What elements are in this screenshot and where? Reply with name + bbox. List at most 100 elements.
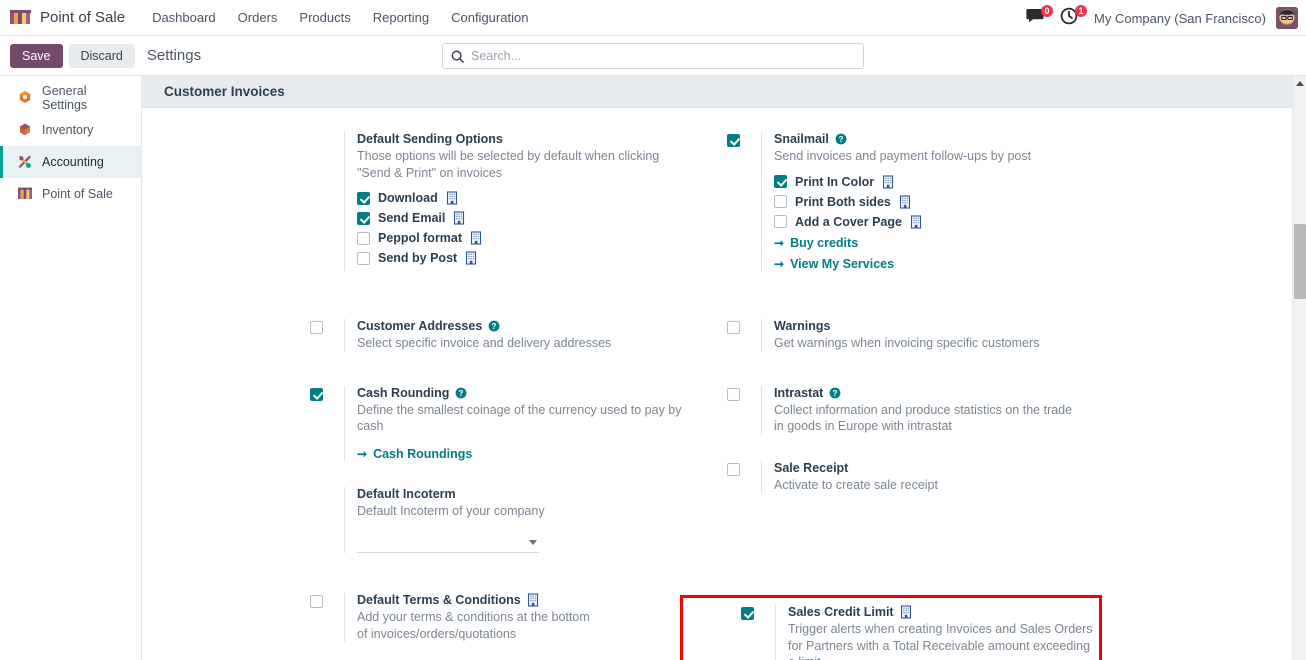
activities-button[interactable]: 1 (1060, 5, 1088, 29)
print-in-color-checkbox[interactable] (774, 175, 787, 188)
chevron-down-icon (529, 540, 537, 545)
scroll-up-arrow-icon (1295, 80, 1304, 86)
company-building-icon (910, 214, 922, 229)
setting-sale-receipt: Sale Receipt Activate to create sale rec… (727, 460, 1292, 493)
svg-text:?: ? (838, 135, 843, 144)
setting-description: Those options will be selected by defaul… (357, 149, 660, 180)
sending-options-list: Download Send Email Peppol format Send b… (357, 191, 717, 265)
arrow-right-icon: ➞ (774, 256, 785, 271)
intrastat-checkbox[interactable] (727, 387, 740, 401)
print-both-sides-checkbox[interactable] (774, 195, 787, 208)
help-circle-icon[interactable]: ? (455, 387, 467, 399)
messages-button[interactable]: 0 (1026, 5, 1054, 29)
discard-button[interactable]: Discard (68, 43, 135, 68)
settings-pane: Customer Invoices Default Sending Option… (142, 76, 1306, 660)
setting-description: Get warnings when invoicing specific cus… (774, 336, 1040, 350)
customer-addresses-checkbox[interactable] (310, 321, 323, 334)
svg-text:?: ? (492, 322, 497, 331)
sidebar-item-label: Inventory (42, 123, 94, 137)
setting-customer-addresses: Customer Addresses ? Select specific inv… (310, 319, 717, 352)
vertical-scrollbar[interactable] (1292, 76, 1306, 660)
setting-title: Sales Credit Limit (788, 605, 1292, 619)
buy-credits-link[interactable]: ➞ Buy credits (774, 236, 1292, 250)
pos-awning-icon (18, 187, 32, 199)
option-peppol-format[interactable]: Peppol format (357, 231, 717, 245)
default-incoterm-select[interactable] (357, 533, 539, 553)
option-download[interactable]: Download (357, 191, 717, 205)
sales-credit-limit-checkbox[interactable] (741, 607, 754, 620)
sidebar-item-general-settings[interactable]: General Settings (0, 82, 141, 114)
option-print-both-sides[interactable]: Print Both sides (774, 195, 1292, 209)
download-checkbox[interactable] (357, 191, 370, 205)
setting-default-terms-conditions: Default Terms & Conditions Add your term… (310, 593, 717, 642)
setting-default-incoterm: Default Incoterm Default Incoterm of you… (310, 486, 717, 553)
nav-item-configuration[interactable]: Configuration (440, 4, 539, 31)
search-placeholder: Search... (471, 49, 522, 63)
company-building-icon (446, 191, 457, 205)
company-building-icon (466, 251, 477, 265)
brand-name: Point of Sale (40, 9, 126, 26)
setting-description: Trigger alerts when creating Invoices an… (788, 622, 1093, 660)
setting-description: Add your terms & conditions at the botto… (357, 610, 590, 641)
option-send-by-post[interactable]: Send by Post (357, 251, 717, 265)
arrow-right-icon: ➞ (774, 235, 785, 250)
settings-content: Default Sending Options Those options wi… (142, 108, 1292, 660)
nav-item-orders[interactable]: Orders (227, 4, 289, 31)
sale-receipt-checkbox[interactable] (727, 462, 740, 476)
warnings-checkbox[interactable] (727, 321, 740, 334)
snailmail-checkbox[interactable] (727, 134, 740, 147)
setting-title: Warnings (774, 319, 831, 333)
section-header-customer-invoices: Customer Invoices (142, 76, 1292, 108)
send-email-checkbox[interactable] (357, 211, 370, 225)
option-send-email[interactable]: Send Email (357, 211, 717, 225)
view-my-services-link[interactable]: ➞ View My Services (774, 257, 1292, 271)
setting-title: Default Terms & Conditions (357, 593, 717, 607)
nav-item-dashboard[interactable]: Dashboard (141, 4, 227, 31)
nav-item-reporting[interactable]: Reporting (362, 4, 440, 31)
company-building-icon (883, 174, 894, 189)
settings-row-3: Default Terms & Conditions Add your term… (142, 593, 1292, 660)
search-input[interactable]: Search... (442, 43, 864, 69)
send-by-post-checkbox[interactable] (357, 251, 370, 265)
top-navbar: Point of Sale Dashboard Orders Products … (0, 0, 1306, 36)
box-icon (20, 123, 30, 136)
user-avatar[interactable] (1276, 7, 1298, 29)
gear-hex-icon (19, 91, 31, 103)
setting-description: Send invoices and payment follow-ups by … (774, 149, 1032, 163)
activities-badge: 1 (1075, 5, 1088, 17)
setting-default-sending-options: Default Sending Options Those options wi… (310, 132, 717, 271)
setting-snailmail: Snailmail ? Send invoices and payment fo… (727, 132, 1292, 271)
pos-awning-logo-icon (10, 9, 31, 24)
sidebar-item-inventory[interactable]: Inventory (0, 114, 141, 146)
scrollbar-thumb[interactable] (1294, 224, 1306, 299)
peppol-format-checkbox[interactable] (357, 231, 370, 245)
scroll-up-button[interactable] (1293, 76, 1306, 90)
save-button[interactable]: Save (10, 43, 63, 68)
cash-roundings-link[interactable]: ➞ Cash Roundings (357, 447, 717, 461)
company-switcher[interactable]: My Company (San Francisco) (1094, 11, 1266, 26)
option-add-a-cover-page[interactable]: Add a Cover Page (774, 215, 1292, 229)
setting-description: Define the smallest coinage of the curre… (357, 402, 682, 434)
brand-home-link[interactable]: Point of Sale (10, 9, 125, 26)
setting-title: Cash Rounding ? (357, 386, 717, 400)
setting-description: Activate to create sale receipt (774, 477, 938, 492)
svg-text:?: ? (459, 388, 464, 397)
help-circle-icon[interactable]: ? (488, 320, 500, 332)
default-terms-checkbox[interactable] (310, 595, 323, 608)
sidebar-item-point-of-sale[interactable]: Point of Sale (0, 178, 141, 210)
help-circle-icon[interactable]: ? (835, 133, 847, 145)
sidebar-item-accounting[interactable]: Accounting (0, 146, 141, 178)
help-circle-icon[interactable]: ? (829, 387, 841, 399)
setting-title: Snailmail ? (774, 132, 1292, 146)
control-bar: Save Discard Settings Search... (0, 36, 1306, 76)
add-cover-page-checkbox[interactable] (774, 215, 787, 228)
arrow-right-icon: ➞ (357, 446, 368, 461)
option-print-in-color[interactable]: Print In Color (774, 175, 1292, 189)
setting-title: Sale Receipt (774, 460, 849, 475)
cash-rounding-checkbox[interactable] (310, 387, 323, 401)
setting-warnings: Warnings Get warnings when invoicing spe… (727, 319, 1292, 352)
setting-description: Select specific invoice and delivery add… (357, 336, 612, 350)
company-building-icon (470, 231, 482, 245)
company-building-icon (527, 593, 538, 607)
nav-item-products[interactable]: Products (288, 4, 361, 31)
